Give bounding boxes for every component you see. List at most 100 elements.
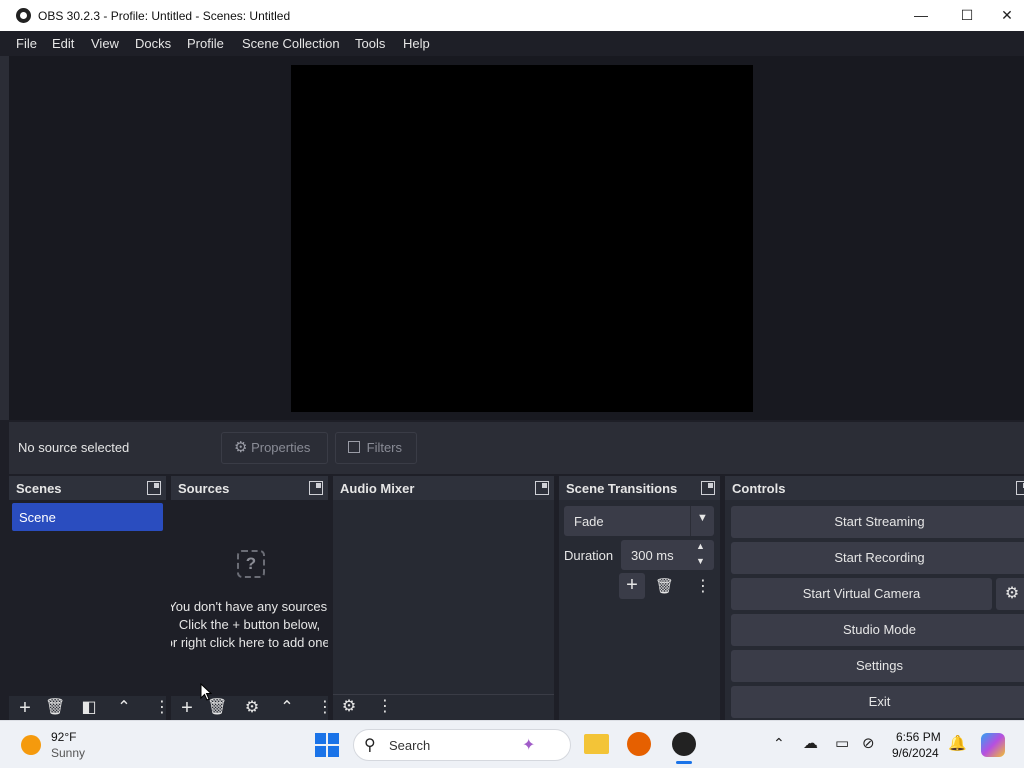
weather-desc[interactable]: Sunny <box>51 746 85 760</box>
close-button[interactable]: ✕ <box>990 0 1024 31</box>
more-vertical-icon[interactable]: ⋮ <box>695 576 711 596</box>
controls-header: Controls <box>725 476 1024 500</box>
settings-button[interactable]: Settings <box>731 650 1024 682</box>
start-streaming-button[interactable]: Start Streaming <box>731 506 1024 538</box>
trash-icon[interactable]: 🗑 <box>207 698 227 718</box>
menu-help[interactable]: Help <box>403 36 430 51</box>
scenes-title: Scenes <box>16 481 62 496</box>
search-box[interactable]: ⚲ Search ✦ <box>353 729 571 761</box>
source-status: No source selected <box>18 440 130 455</box>
menu-view[interactable]: View <box>91 36 119 51</box>
trash-icon[interactable]: 🗑 <box>45 698 65 718</box>
spin-up-icon[interactable]: ▲ <box>696 541 705 551</box>
menu-edit[interactable]: Edit <box>52 36 74 51</box>
duration-value: 300 ms <box>631 548 674 563</box>
studio-mode-button[interactable]: Studio Mode <box>731 614 1024 646</box>
menu-profile[interactable]: Profile <box>187 36 224 51</box>
scene-item[interactable]: Scene <box>12 503 163 531</box>
monitor-icon[interactable]: ▭ <box>835 734 849 752</box>
spin-down-icon[interactable]: ▼ <box>696 556 705 566</box>
audio-mixer-title: Audio Mixer <box>340 481 415 496</box>
add-transition-icon[interactable]: + <box>619 573 645 599</box>
scenes-list[interactable]: Scene <box>9 500 166 696</box>
firefox-icon[interactable] <box>627 732 651 756</box>
sources-title: Sources <box>178 481 230 496</box>
menu-bar: File Edit View Docks Profile Scene Colle… <box>0 31 1024 56</box>
sources-dock: Sources ? You don't have any sources. Cl… <box>171 476 333 720</box>
undock-icon[interactable] <box>1016 481 1024 495</box>
minimize-button[interactable]: — <box>898 0 944 31</box>
preview-canvas[interactable] <box>291 65 753 412</box>
search-highlight-icon: ✦ <box>522 737 536 754</box>
scene-item-label: Scene <box>19 510 56 525</box>
chevron-up-icon[interactable]: ⌃ <box>773 735 785 752</box>
chevron-down-icon[interactable]: ▼ <box>697 512 708 524</box>
filter-icon <box>348 441 360 453</box>
search-icon: ⚲ <box>364 737 376 754</box>
windows-start-icon[interactable] <box>315 733 339 757</box>
empty-line: Click the + button below, <box>178 617 321 632</box>
undock-icon[interactable] <box>309 481 323 495</box>
start-virtual-camera-button[interactable]: Start Virtual Camera <box>731 578 992 610</box>
gear-icon[interactable]: ⚙ <box>339 697 359 717</box>
clock-time[interactable]: 6:56 PM <box>896 730 941 744</box>
chevron-up-icon[interactable]: ⌃ <box>277 698 297 718</box>
add-source-icon[interactable]: + <box>177 698 197 718</box>
scenes-dock: Scenes Scene + 🗑 ◧ ⌃ ⋮ <box>9 476 170 720</box>
maximize-button[interactable]: ☐ <box>944 0 990 31</box>
weather-temp[interactable]: 92°F <box>51 730 76 744</box>
audio-mixer-body <box>333 500 554 694</box>
add-scene-icon[interactable]: + <box>15 698 35 718</box>
audio-mixer-dock: Audio Mixer ⚙ ⋮ <box>333 476 554 720</box>
controls-dock: Controls Start Streaming Start Recording… <box>725 476 1024 720</box>
transitions-title: Scene Transitions <box>566 481 678 496</box>
controls-title: Controls <box>732 481 786 496</box>
scene-transitions-dock: Scene Transitions Fade ▼ Duration 300 ms… <box>559 476 720 720</box>
undock-icon[interactable] <box>701 481 715 495</box>
select-divider <box>690 506 691 536</box>
file-explorer-icon[interactable] <box>584 734 609 754</box>
trash-icon[interactable]: 🗑 <box>655 577 674 595</box>
undock-icon[interactable] <box>147 481 161 495</box>
audio-mixer-header: Audio Mixer <box>333 476 554 500</box>
transition-select[interactable]: Fade ▼ <box>564 506 714 536</box>
filter-icon[interactable]: ◧ <box>79 698 99 718</box>
transition-selected: Fade <box>574 514 604 529</box>
menu-file[interactable]: File <box>16 36 37 51</box>
window-title: OBS 30.2.3 - Profile: Untitled - Scenes:… <box>38 9 291 23</box>
left-dock-strip <box>0 56 9 420</box>
question-icon: ? <box>237 550 265 578</box>
copilot-icon[interactable] <box>981 733 1005 757</box>
clock-date[interactable]: 9/6/2024 <box>892 746 939 760</box>
transitions-header: Scene Transitions <box>559 476 720 500</box>
gear-icon[interactable]: ⚙ <box>242 698 262 718</box>
sources-list[interactable]: ? You don't have any sources. Click the … <box>171 500 328 696</box>
undock-icon[interactable] <box>535 481 549 495</box>
virtual-camera-settings-icon[interactable]: ⚙ <box>996 578 1024 610</box>
sources-empty-message: You don't have any sources. Click the + … <box>171 598 328 652</box>
network-icon[interactable]: ⊘ <box>862 734 875 752</box>
start-recording-button[interactable]: Start Recording <box>731 542 1024 574</box>
obs-taskbar-icon[interactable] <box>672 732 696 756</box>
mouse-cursor-icon <box>200 683 212 701</box>
menu-scene-collection[interactable]: Scene Collection <box>242 36 340 51</box>
audio-mixer-footer: ⚙ ⋮ <box>333 694 554 720</box>
cloud-off-icon[interactable]: ☁ <box>803 734 818 752</box>
exit-button[interactable]: Exit <box>731 686 1024 718</box>
sun-icon[interactable] <box>21 735 41 755</box>
search-placeholder: Search <box>389 738 431 753</box>
duration-label: Duration <box>564 548 614 563</box>
more-vertical-icon[interactable]: ⋮ <box>375 697 395 717</box>
notification-bell-icon[interactable]: 🔔 <box>948 734 967 752</box>
more-vertical-icon[interactable]: ⋮ <box>154 698 170 718</box>
properties-label: Properties <box>251 440 311 455</box>
menu-tools[interactable]: Tools <box>355 36 385 51</box>
chevron-up-icon[interactable]: ⌃ <box>114 698 134 718</box>
source-toolbar: No source selected ⚙ Properties Filters <box>9 422 1024 474</box>
filters-button[interactable]: Filters <box>335 432 417 464</box>
menu-docks[interactable]: Docks <box>135 36 171 51</box>
title-bar: OBS 30.2.3 - Profile: Untitled - Scenes:… <box>0 0 1024 31</box>
properties-button[interactable]: ⚙ Properties <box>221 432 328 464</box>
more-vertical-icon[interactable]: ⋮ <box>317 698 333 718</box>
duration-spinbox[interactable]: 300 ms ▲ ▼ <box>621 540 714 570</box>
